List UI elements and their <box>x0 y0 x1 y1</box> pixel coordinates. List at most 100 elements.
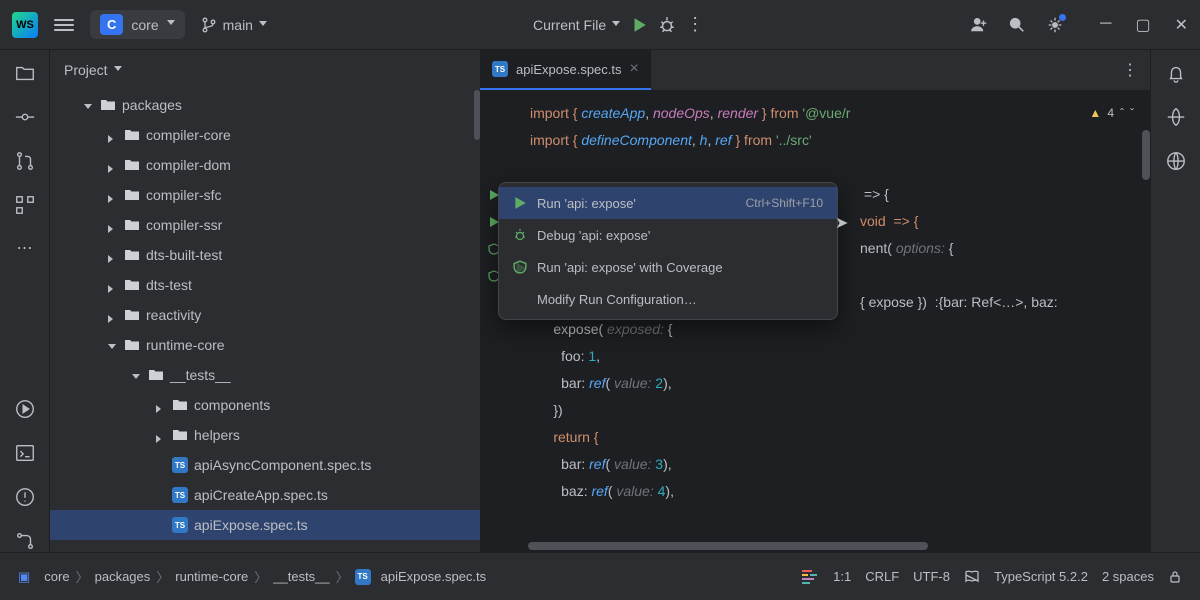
tree-item[interactable]: __tests__ <box>50 360 480 390</box>
menu-item[interactable]: Modify Run Configuration… <box>499 283 837 315</box>
chevron-down-icon <box>114 62 122 78</box>
breadcrumb-item[interactable]: packages <box>95 569 151 584</box>
folder-icon[interactable] <box>14 62 36 84</box>
tree-item[interactable]: compiler-ssr <box>50 210 480 240</box>
inspection-badge[interactable]: ▲ 4 ˆ ˇ <box>1089 100 1134 127</box>
titlebar: WS C core main Current File ⋮ ─ ▢ ✕ <box>0 0 1200 50</box>
indent[interactable]: 2 spaces <box>1102 569 1154 584</box>
tree-item[interactable]: compiler-dom <box>50 150 480 180</box>
reader-mode-icon[interactable] <box>964 569 980 585</box>
line-separator[interactable]: CRLF <box>865 569 899 584</box>
arrow-icon[interactable] <box>108 280 118 290</box>
tab-active[interactable]: TS apiExpose.spec.ts × <box>480 50 651 90</box>
run-config-selector[interactable]: Current File <box>533 17 620 33</box>
project-selector[interactable]: C core <box>90 10 185 39</box>
menu-label: Debug 'api: expose' <box>537 222 650 249</box>
menu-item[interactable]: Debug 'api: expose' <box>499 219 837 251</box>
tree-item[interactable]: packages <box>50 90 480 120</box>
more-icon[interactable]: ⋯ <box>17 238 33 258</box>
app-icon: WS <box>12 12 38 38</box>
branch-selector[interactable]: main <box>201 17 267 33</box>
pull-request-icon[interactable] <box>14 150 36 172</box>
close-icon[interactable]: × <box>630 60 639 78</box>
tree-item[interactable]: components <box>50 390 480 420</box>
editor-scrollbar[interactable] <box>1142 130 1150 180</box>
tree-item[interactable]: helpers <box>50 420 480 450</box>
commit-icon[interactable] <box>14 106 36 128</box>
arrow-icon[interactable] <box>108 160 118 170</box>
arrow-icon[interactable] <box>108 190 118 200</box>
structure-icon[interactable] <box>14 194 36 216</box>
scrollbar-thumb[interactable] <box>528 542 928 550</box>
maximize-button[interactable]: ▢ <box>1135 15 1150 35</box>
add-user-icon[interactable] <box>970 16 988 34</box>
search-icon[interactable] <box>1008 16 1026 34</box>
notifications-icon[interactable] <box>1165 62 1187 84</box>
web-icon[interactable] <box>1165 150 1187 172</box>
project-header[interactable]: Project <box>50 50 480 90</box>
encoding[interactable]: UTF-8 <box>913 569 950 584</box>
arrow-icon[interactable] <box>108 220 118 230</box>
close-button[interactable]: ✕ <box>1175 15 1188 35</box>
tree-label: dts-test <box>146 277 192 293</box>
tree-item[interactable]: dts-test <box>50 270 480 300</box>
minimize-button[interactable]: ─ <box>1100 15 1111 35</box>
breadcrumb-item[interactable]: runtime-core <box>175 569 248 584</box>
arrow-icon[interactable] <box>108 310 118 320</box>
tree-label: apiCreateApp.spec.ts <box>194 487 328 503</box>
tree-label: compiler-ssr <box>146 217 222 233</box>
hamburger-icon[interactable] <box>54 19 74 31</box>
tree-item[interactable]: runtime-core <box>50 330 480 360</box>
horizontal-scrollbar[interactable] <box>528 542 1150 552</box>
chevron-up-icon[interactable]: ˆ <box>1120 100 1124 127</box>
vcs-icon[interactable] <box>14 530 36 552</box>
arrow-icon[interactable] <box>132 370 142 380</box>
project-tree[interactable]: packagescompiler-corecompiler-domcompile… <box>50 90 480 552</box>
more-icon[interactable]: ⋮ <box>686 14 704 35</box>
run-tool-icon[interactable] <box>14 398 36 420</box>
arrow-icon[interactable] <box>108 250 118 260</box>
tree-label: dts-built-test <box>146 247 222 263</box>
breadcrumb-separator: 〉 <box>156 567 169 586</box>
chevron-down-icon <box>259 17 267 33</box>
run-button[interactable] <box>630 16 648 34</box>
arrow-icon[interactable] <box>108 130 118 140</box>
folder-icon <box>124 337 140 353</box>
project-panel: Project packagescompiler-corecompiler-do… <box>50 50 480 552</box>
tree-item[interactable]: reactivity <box>50 300 480 330</box>
prettier-icon[interactable] <box>801 568 819 586</box>
language-level[interactable]: TypeScript 5.2.2 <box>994 569 1088 584</box>
breadcrumb-item[interactable]: core <box>44 569 69 584</box>
tree-item[interactable]: dts-built-test <box>50 240 480 270</box>
code-area[interactable]: ▲ 4 ˆ ˇ import { createApp, nodeOps, ren… <box>480 90 1150 552</box>
arrow-icon[interactable] <box>156 430 166 440</box>
tree-label: components <box>194 397 270 413</box>
folder-icon <box>124 307 140 323</box>
breadcrumb-separator: 〉 <box>336 567 349 586</box>
ai-icon[interactable] <box>1165 106 1187 128</box>
breadcrumbs[interactable]: core〉packages〉runtime-core〉__tests__〉TSa… <box>44 567 486 586</box>
tree-item[interactable]: TSapiExpose.spec.ts <box>50 510 480 540</box>
tree-item[interactable]: TSapiCreateApp.spec.ts <box>50 480 480 510</box>
menu-item[interactable]: Run 'api: expose' with Coverage <box>499 251 837 283</box>
lock-icon[interactable] <box>1168 570 1182 584</box>
chevron-down-icon[interactable]: ˇ <box>1130 100 1134 127</box>
breadcrumb-item[interactable]: __tests__ <box>273 569 329 584</box>
debug-button[interactable] <box>658 16 676 34</box>
arrow-icon[interactable] <box>84 100 94 110</box>
terminal-icon[interactable] <box>14 442 36 464</box>
breadcrumb-item[interactable]: apiExpose.spec.ts <box>381 569 487 584</box>
cursor-position[interactable]: 1:1 <box>833 569 851 584</box>
menu-item[interactable]: Run 'api: expose'Ctrl+Shift+F10 <box>499 187 837 219</box>
arrow-icon[interactable] <box>156 400 166 410</box>
tree-item[interactable]: TSapiAsyncComponent.spec.ts <box>50 450 480 480</box>
settings-icon[interactable] <box>1046 16 1064 34</box>
more-icon[interactable]: ⋮ <box>1110 50 1150 90</box>
arrow-icon[interactable] <box>108 340 118 350</box>
tree-item[interactable]: compiler-sfc <box>50 180 480 210</box>
tree-item[interactable]: compiler-core <box>50 120 480 150</box>
menu-label: Run 'api: expose' with Coverage <box>537 254 723 281</box>
project-header-label: Project <box>64 62 108 78</box>
problems-icon[interactable] <box>14 486 36 508</box>
warning-count: 4 <box>1107 100 1114 127</box>
